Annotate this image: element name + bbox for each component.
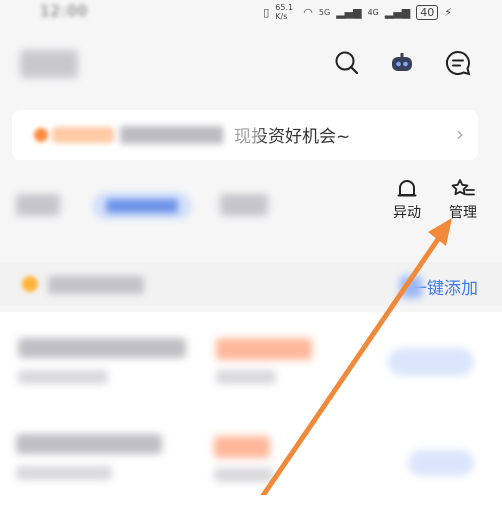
section-title xyxy=(48,276,144,294)
battery: 40 xyxy=(416,4,439,20)
manage-label: 管理 xyxy=(449,205,477,221)
tab-2-active[interactable] xyxy=(92,192,192,220)
tab-1[interactable] xyxy=(16,194,60,216)
signal-5g: 5G xyxy=(318,7,331,17)
status-icons: ▯ 65.1 K/s ◠ 5G ▂▄▆ 4G ▂▄▆ 40 ⚡ xyxy=(263,3,452,21)
charging-icon: ⚡ xyxy=(444,5,452,19)
list-item[interactable] xyxy=(0,420,502,530)
net-speed: 65.1 K/s xyxy=(275,3,294,21)
tab-3[interactable] xyxy=(220,194,268,216)
signal-4g: 4G xyxy=(367,7,379,17)
vibrate-icon: ▯ xyxy=(263,5,270,19)
list-item[interactable] xyxy=(0,312,502,422)
section-dot xyxy=(22,276,38,292)
chevron-right-icon: › xyxy=(456,122,464,146)
message-icon[interactable] xyxy=(443,48,473,78)
signal-icon-2: ▂▄▆ xyxy=(384,5,411,19)
promo-banner[interactable]: 现投资好机会~ › xyxy=(12,110,478,160)
status-bar: 12:00 ▯ 65.1 K/s ◠ 5G ▂▄▆ 4G ▂▄▆ 40 ⚡ xyxy=(0,0,502,24)
movement-label: 异动 xyxy=(393,205,421,221)
status-time: 12:00 xyxy=(40,2,89,20)
movement-button[interactable]: 异动 xyxy=(382,178,432,222)
star-list-icon xyxy=(451,179,475,196)
page-title xyxy=(20,50,78,78)
bell-icon xyxy=(397,180,417,197)
manage-button[interactable]: 管理 xyxy=(438,178,488,222)
add-button[interactable] xyxy=(408,450,474,476)
robot-icon[interactable] xyxy=(387,48,417,78)
banner-blurred-text xyxy=(120,126,224,144)
signal-icon: ▂▄▆ xyxy=(336,5,362,19)
add-button[interactable] xyxy=(388,348,474,376)
banner-dot xyxy=(34,128,48,142)
search-icon[interactable] xyxy=(332,48,362,78)
add-all-button[interactable]: 一键添加 xyxy=(400,274,478,299)
wifi-icon: ◠ xyxy=(303,5,313,19)
banner-tag xyxy=(52,127,114,143)
